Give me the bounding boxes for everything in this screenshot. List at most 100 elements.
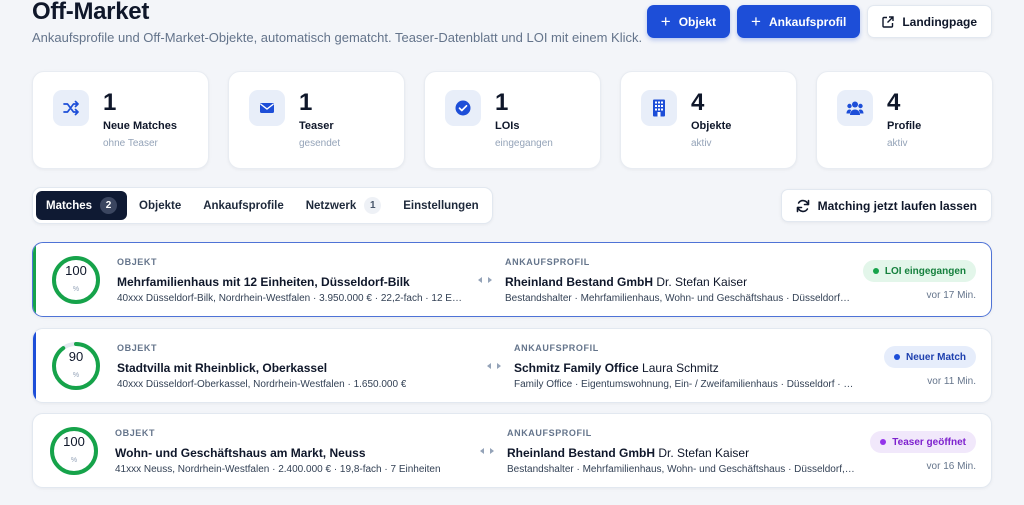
- run-matching-button[interactable]: Matching jetzt laufen lassen: [780, 189, 992, 222]
- match-card[interactable]: 100 % OBJEKT Mehrfamilienhaus mit 12 Ein…: [32, 242, 992, 317]
- ankaufsprofil-title[interactable]: Rheinland Bestand GmbH Dr. Stefan Kaiser: [507, 446, 749, 460]
- stat-sub: aktiv: [887, 138, 908, 149]
- match-score-value: 100: [63, 434, 85, 449]
- objekt-meta: 41xxx Neuss, Nordrhein-Westfalen · 2.400…: [115, 464, 441, 475]
- tab-count-badge: 2: [100, 197, 118, 214]
- match-score-ring: 100 %: [51, 255, 101, 305]
- run-matching-label: Matching jetzt laufen lassen: [817, 198, 977, 213]
- match-score-ring: 90 %: [51, 341, 101, 391]
- stat-label: Teaser: [299, 120, 334, 132]
- match-card[interactable]: 90 % OBJEKT Stadtvilla mit Rheinblick, O…: [32, 328, 992, 403]
- tab-objekte[interactable]: Objekte: [129, 191, 191, 220]
- tab-bar: Matches 2 Objekte Ankaufsprofile Netzwer…: [32, 187, 493, 224]
- objekt-meta: 40xxx Düsseldorf-Oberkassel, Nordrhein-W…: [117, 379, 407, 390]
- match-score-unit: %: [72, 372, 80, 379]
- match-score-ring: 100 %: [49, 426, 99, 476]
- stat-sub: eingegangen: [495, 138, 553, 149]
- objekt-title[interactable]: Wohn- und Geschäftshaus am Markt, Neuss: [115, 446, 366, 460]
- status-dot-icon: [872, 268, 879, 274]
- plus-icon: +: [660, 12, 671, 31]
- tab-label: Matches: [46, 199, 93, 212]
- match-timestamp: vor 11 Min.: [927, 376, 976, 387]
- swap-arrows-icon: [480, 448, 494, 454]
- stat-value: 1: [495, 89, 509, 116]
- stat-value: 4: [691, 89, 705, 116]
- page-subtitle: Ankaufsprofile und Off-Market-Objekte, a…: [32, 30, 643, 45]
- external-link-icon: [882, 15, 895, 28]
- stat-value: 1: [103, 89, 117, 116]
- status-accent-bar: [33, 329, 36, 402]
- tab-netzwerk[interactable]: Netzwerk 1: [296, 191, 392, 220]
- envelope-icon: [249, 90, 285, 126]
- tab-label: Ankaufsprofile: [203, 199, 284, 212]
- match-score-unit: %: [70, 457, 78, 464]
- status-accent-bar: [33, 243, 36, 316]
- ankaufsprofil-person: Dr. Stefan Kaiser: [656, 275, 748, 289]
- ankaufsprofil-person: Dr. Stefan Kaiser: [658, 446, 750, 460]
- status-label: Teaser geöffnet: [892, 436, 966, 448]
- tab-ankaufsprofile[interactable]: Ankaufsprofile: [193, 191, 294, 220]
- page-title: Off-Market: [32, 0, 150, 25]
- tab-einstellungen[interactable]: Einstellungen: [393, 191, 488, 220]
- objekt-section-label: OBJEKT: [115, 428, 156, 438]
- ankaufsprofil-meta: Bestandshalter · Mehrfamilienhaus, Wohn-…: [505, 293, 850, 304]
- stat-label: LOIs: [495, 120, 520, 132]
- tab-count-badge: 1: [364, 197, 382, 214]
- status-badge: LOI eingegangen: [862, 260, 976, 282]
- ankaufsprofil-section-label: ANKAUFSPROFIL: [505, 257, 590, 267]
- stat-card-profile[interactable]: 4 Profile aktiv: [816, 71, 993, 169]
- objekt-section-label: OBJEKT: [117, 257, 158, 267]
- refresh-icon: [796, 199, 809, 212]
- ankaufsprofil-title[interactable]: Schmitz Family Office Laura Schmitz: [514, 361, 719, 375]
- swap-arrows-icon: [487, 363, 501, 369]
- stat-label: Profile: [887, 120, 922, 132]
- ankaufsprofil-section-label: ANKAUFSPROFIL: [507, 428, 592, 438]
- match-timestamp: vor 17 Min.: [926, 290, 976, 301]
- tab-label: Netzwerk: [305, 199, 357, 212]
- objekt-title[interactable]: Stadtvilla mit Rheinblick, Oberkassel: [117, 361, 327, 375]
- stat-sub: gesendet: [299, 138, 341, 149]
- add-objekt-button[interactable]: + Objekt: [646, 5, 731, 38]
- status-dot-icon: [893, 354, 900, 360]
- stat-card-neue-matches[interactable]: 1 Neue Matches ohne Teaser: [32, 71, 209, 169]
- stat-value: 4: [887, 89, 901, 116]
- match-score-unit: %: [72, 286, 80, 293]
- add-ankaufsprofil-button[interactable]: + Ankaufsprofil: [737, 5, 861, 38]
- match-card[interactable]: 100 % OBJEKT Wohn- und Geschäftshaus am …: [32, 413, 992, 488]
- plus-icon: +: [751, 12, 761, 31]
- stat-card-lois[interactable]: 1 LOIs eingegangen: [424, 71, 601, 169]
- swap-arrows-icon: [478, 277, 492, 283]
- match-score-value: 90: [68, 349, 84, 364]
- stat-sub: aktiv: [691, 138, 712, 149]
- objekt-title[interactable]: Mehrfamilienhaus mit 12 Einheiten, Düsse…: [117, 275, 410, 289]
- status-badge: Neuer Match: [883, 346, 976, 368]
- tab-label: Objekte: [139, 199, 182, 212]
- ankaufsprofil-meta: Bestandshalter · Mehrfamilienhaus, Wohn-…: [507, 464, 857, 475]
- users-icon: [837, 90, 873, 126]
- header-actions: + Objekt + Ankaufsprofil Landingpage: [646, 5, 992, 38]
- ankaufsprofil-title[interactable]: Rheinland Bestand GmbH Dr. Stefan Kaiser: [505, 275, 747, 289]
- ankaufsprofil-company: Schmitz Family Office: [514, 361, 639, 375]
- ankaufsprofil-company: Rheinland Bestand GmbH: [507, 446, 656, 460]
- stat-value: 1: [299, 89, 313, 116]
- status-badge: Teaser geöffnet: [870, 431, 976, 453]
- building-icon: [641, 90, 677, 126]
- ankaufsprofil-section-label: ANKAUFSPROFIL: [514, 343, 599, 353]
- status-label: LOI eingegangen: [884, 265, 966, 277]
- stats-row: 1 Neue Matches ohne Teaser 1 Teaser gese…: [32, 71, 993, 169]
- status-label: Neuer Match: [905, 351, 966, 363]
- match-timestamp: vor 16 Min.: [926, 461, 976, 472]
- landingpage-label: Landingpage: [902, 14, 977, 29]
- landingpage-button[interactable]: Landingpage: [867, 5, 992, 38]
- objekt-section-label: OBJEKT: [117, 343, 158, 353]
- shuffle-icon: [53, 90, 89, 126]
- add-ankaufsprofil-label: Ankaufsprofil: [768, 14, 847, 29]
- tab-matches[interactable]: Matches 2: [36, 191, 128, 220]
- stat-card-teaser[interactable]: 1 Teaser gesendet: [228, 71, 405, 169]
- stat-card-objekte[interactable]: 4 Objekte aktiv: [620, 71, 797, 169]
- status-dot-icon: [880, 439, 887, 445]
- match-score-value: 100: [65, 263, 87, 278]
- stat-sub: ohne Teaser: [103, 138, 158, 149]
- objekt-meta: 40xxx Düsseldorf-Bilk, Nordrhein-Westfal…: [117, 293, 462, 304]
- ankaufsprofil-meta: Family Office · Eigentumswohnung, Ein- /…: [514, 379, 854, 390]
